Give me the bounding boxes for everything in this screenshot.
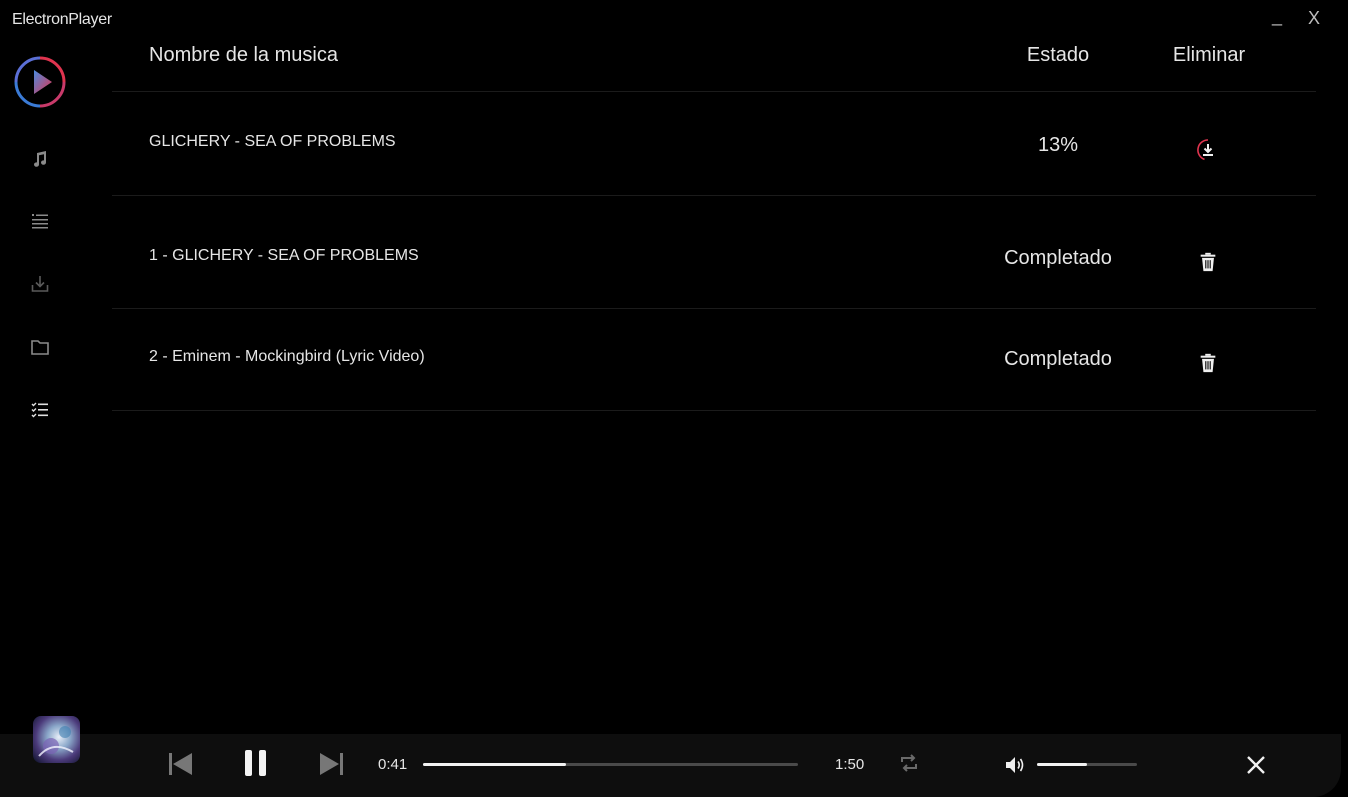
previous-track-button[interactable] — [166, 750, 194, 778]
volume-fill — [1037, 763, 1087, 766]
minimize-button[interactable]: _ — [1272, 6, 1282, 27]
folder-icon[interactable] — [28, 335, 52, 359]
playlist-icon[interactable] — [28, 209, 52, 233]
music-note-icon[interactable] — [28, 147, 52, 171]
total-time: 1:50 — [835, 756, 865, 773]
row-state: Completado — [1004, 348, 1112, 370]
table-header: Nombre de la musica Estado Eliminar — [112, 42, 1316, 92]
row-state: Completado — [1004, 247, 1112, 269]
repeat-icon[interactable] — [898, 752, 920, 774]
table-row: 2 - Eminem - Mockingbird (Lyric Video) C… — [112, 309, 1316, 411]
row-song-name: 1 - GLICHERY - SEA OF PROBLEMS — [149, 247, 419, 264]
pause-button[interactable] — [241, 748, 271, 778]
volume-icon[interactable] — [1004, 754, 1026, 776]
next-track-button[interactable] — [318, 750, 346, 778]
download-progress-icon[interactable] — [1196, 138, 1220, 162]
volume-slider[interactable] — [1037, 763, 1137, 766]
row-song-name: GLICHERY - SEA OF PROBLEMS — [149, 133, 396, 150]
progress-slider[interactable] — [423, 763, 798, 766]
checklist-icon[interactable] — [28, 398, 52, 422]
row-state: 13% — [1037, 134, 1079, 156]
progress-fill — [423, 763, 566, 766]
current-time: 0:41 — [378, 756, 408, 773]
table-row: GLICHERY - SEA OF PROBLEMS 13% — [112, 93, 1316, 196]
trash-icon[interactable] — [1196, 351, 1220, 375]
app-title: ElectronPlayer — [12, 11, 112, 28]
row-song-name: 2 - Eminem - Mockingbird (Lyric Video) — [149, 348, 425, 365]
album-cover — [33, 716, 80, 763]
header-delete: Eliminar — [1172, 44, 1246, 66]
app-logo-icon — [14, 56, 66, 108]
header-state: Estado — [1026, 44, 1090, 66]
header-name: Nombre de la musica — [149, 44, 338, 66]
download-icon[interactable] — [28, 272, 52, 296]
table-row: 1 - GLICHERY - SEA OF PROBLEMS Completad… — [112, 196, 1316, 309]
close-player-button[interactable] — [1245, 754, 1267, 776]
trash-icon[interactable] — [1196, 250, 1220, 274]
close-window-button[interactable]: X — [1308, 8, 1320, 29]
